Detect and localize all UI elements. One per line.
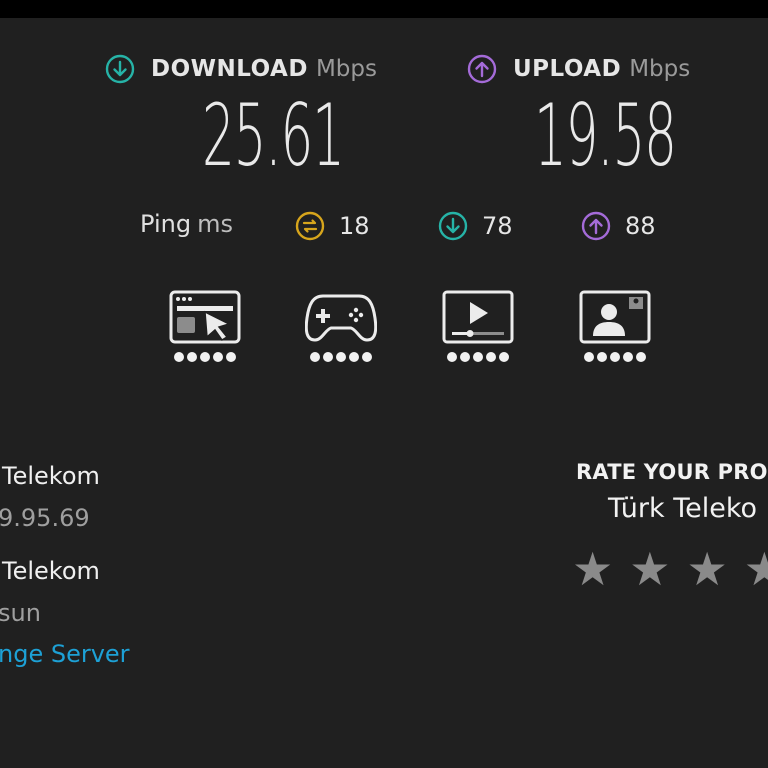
isp-ip: 9.95.69 bbox=[0, 504, 90, 532]
star-icon[interactable]: ★ bbox=[572, 544, 613, 594]
activity-web-browsing bbox=[167, 290, 243, 362]
server-name: Telekom bbox=[2, 557, 100, 585]
ping-upload-value: 88 bbox=[625, 212, 656, 240]
ping-upload: 88 bbox=[581, 210, 656, 242]
top-bar bbox=[0, 0, 768, 18]
ping-unit: ms bbox=[197, 210, 233, 238]
ping-idle-icon bbox=[295, 211, 325, 241]
upload-value: 19.58 bbox=[534, 86, 677, 186]
browser-cursor-icon bbox=[169, 290, 241, 344]
download-value: 25.61 bbox=[202, 86, 345, 186]
user-video-icon bbox=[579, 290, 651, 344]
star-icon[interactable]: ★ bbox=[687, 544, 728, 594]
video-play-icon bbox=[442, 290, 514, 344]
rate-provider-title: RATE YOUR PRO bbox=[576, 460, 768, 484]
upload-unit: Mbps bbox=[629, 56, 691, 82]
ping-download-value: 78 bbox=[482, 212, 513, 240]
star-icon[interactable]: ★ bbox=[629, 544, 670, 594]
download-arrow-icon bbox=[105, 54, 135, 84]
ping-download-icon bbox=[438, 211, 468, 241]
upload-arrow-icon bbox=[467, 54, 497, 84]
activity-video-streaming bbox=[440, 290, 516, 362]
rating-dots bbox=[303, 352, 379, 362]
star-icon[interactable]: ★ bbox=[744, 544, 768, 594]
ping-idle: 18 bbox=[295, 210, 370, 242]
ping-upload-icon bbox=[581, 211, 611, 241]
ping-download: 78 bbox=[438, 210, 513, 242]
upload-header: UPLOAD Mbps bbox=[467, 54, 690, 84]
rating-dots bbox=[577, 352, 653, 362]
rating-dots bbox=[440, 352, 516, 362]
ping-label: Ping ms bbox=[140, 210, 233, 238]
ping-text: Ping bbox=[140, 210, 192, 238]
rating-dots bbox=[167, 352, 243, 362]
rate-provider-isp: Türk Teleko bbox=[608, 493, 758, 524]
download-unit: Mbps bbox=[315, 56, 377, 82]
download-header: DOWNLOAD Mbps bbox=[105, 54, 377, 84]
download-label: DOWNLOAD bbox=[151, 56, 308, 82]
activity-video-chat bbox=[577, 290, 653, 362]
server-location: sun bbox=[0, 599, 41, 627]
ping-idle-value: 18 bbox=[339, 212, 370, 240]
change-server-link[interactable]: nge Server bbox=[0, 640, 130, 668]
isp-name: Telekom bbox=[2, 462, 100, 490]
gamepad-icon bbox=[305, 294, 377, 342]
activity-gaming bbox=[303, 290, 379, 362]
rating-stars: ★ ★ ★ ★ bbox=[572, 544, 768, 594]
upload-label: UPLOAD bbox=[513, 56, 622, 82]
